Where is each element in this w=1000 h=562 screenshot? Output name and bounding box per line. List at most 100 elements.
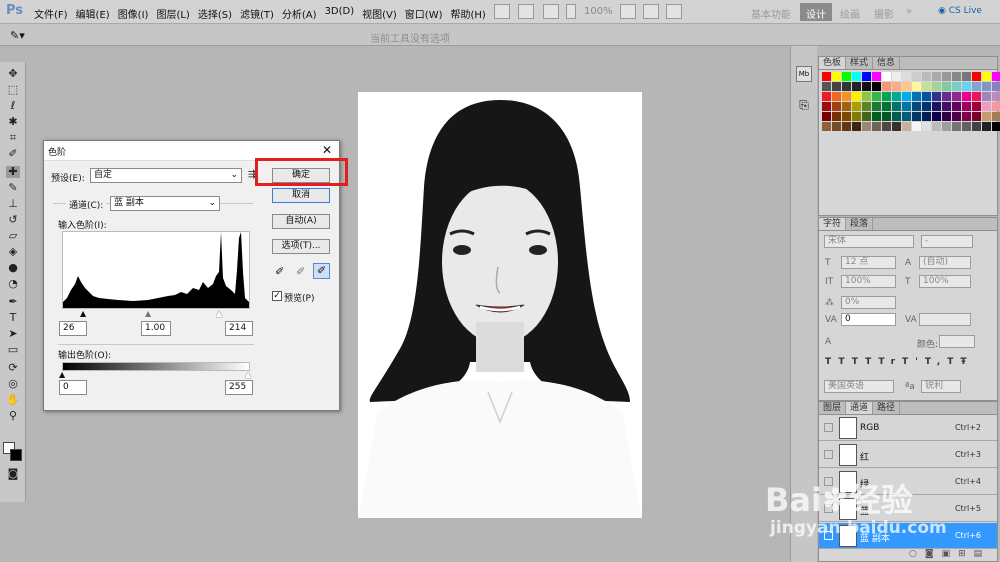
kerning-input[interactable]: 0 (841, 313, 896, 326)
underline-button[interactable]: T (947, 357, 960, 367)
color-swatch[interactable] (862, 112, 871, 121)
output-black-field[interactable]: 0 (59, 380, 87, 395)
color-swatch[interactable] (832, 122, 841, 131)
input-white-field[interactable]: 214 (225, 321, 253, 336)
color-swatch[interactable] (882, 72, 891, 81)
color-swatch[interactable] (862, 92, 871, 101)
color-swatch[interactable] (992, 122, 1000, 131)
eraser-tool-icon[interactable]: ▱ (6, 230, 20, 242)
preview-checkbox[interactable]: ✓ (272, 291, 282, 301)
healing-brush-tool-icon[interactable]: ✚ (6, 166, 20, 178)
eyedropper-preset-icon[interactable]: ✎▾ (10, 29, 25, 42)
color-swatch[interactable] (892, 102, 901, 111)
color-swatch[interactable] (892, 122, 901, 131)
color-swatch[interactable] (832, 92, 841, 101)
tab-paths[interactable]: 路径 (873, 402, 901, 414)
color-swatch[interactable] (832, 112, 841, 121)
color-swatch[interactable] (982, 102, 991, 111)
language-select[interactable]: 美国英语 (824, 380, 894, 393)
channel-row-red[interactable]: 红 Ctrl+3 (819, 442, 997, 468)
output-white-field[interactable]: 255 (225, 380, 253, 395)
color-swatch[interactable] (992, 72, 1000, 81)
color-swatch[interactable] (832, 72, 841, 81)
menu-filter[interactable]: 滤镜(T) (240, 6, 274, 21)
properties-panel-icon[interactable]: ⎘ (796, 98, 812, 114)
color-swatch[interactable] (822, 112, 831, 121)
preset-select[interactable]: 自定 ⌄ (90, 168, 242, 183)
color-swatch[interactable] (962, 92, 971, 101)
color-swatch[interactable] (922, 122, 931, 131)
color-swatch[interactable] (912, 102, 921, 111)
color-swatch[interactable] (962, 112, 971, 121)
black-point-slider[interactable]: ▲ (80, 309, 86, 318)
cancel-button[interactable]: 取消 (272, 188, 330, 203)
input-black-field[interactable]: 26 (59, 321, 87, 336)
black-eyedropper-icon[interactable]: ✐ (275, 265, 284, 278)
color-swatch[interactable] (962, 122, 971, 131)
tab-character[interactable]: 字符 (819, 218, 847, 230)
color-swatch[interactable] (962, 82, 971, 91)
tracking-input[interactable] (919, 313, 971, 326)
color-swatch[interactable] (852, 122, 861, 131)
visibility-icon[interactable] (824, 423, 833, 432)
color-swatch[interactable] (872, 82, 881, 91)
color-swatch[interactable] (852, 92, 861, 101)
color-swatch[interactable] (902, 102, 911, 111)
tab-styles[interactable]: 样式 (846, 57, 874, 69)
menu-layer[interactable]: 图层(L) (156, 6, 189, 21)
marquee-tool-icon[interactable]: ⬚ (6, 84, 20, 96)
zoom-level[interactable]: 100% (584, 6, 613, 17)
menu-select[interactable]: 选择(S) (198, 6, 232, 21)
color-swatch[interactable] (822, 82, 831, 91)
color-swatch[interactable] (972, 72, 981, 81)
color-swatch[interactable] (842, 112, 851, 121)
color-swatch[interactable] (842, 122, 851, 131)
workspace-more[interactable]: » (900, 3, 918, 21)
color-swatch[interactable] (862, 122, 871, 131)
white-point-slider[interactable]: ▲ (216, 309, 222, 318)
cs-live[interactable]: ◉ CS Live (938, 6, 982, 16)
workspace-basic[interactable]: 基本功能 (745, 3, 797, 21)
color-swatch[interactable] (972, 102, 981, 111)
color-swatch[interactable] (982, 92, 991, 101)
antialias-select[interactable]: 锐利 (921, 380, 961, 393)
pen-tool-icon[interactable]: ✒ (6, 296, 20, 308)
tab-channels[interactable]: 通道 (846, 402, 874, 414)
color-swatch[interactable] (862, 102, 871, 111)
input-gamma-field[interactable]: 1.00 (141, 321, 171, 336)
color-swatch[interactable] (822, 102, 831, 111)
workspace-design[interactable]: 设计 (800, 3, 832, 21)
output-white-slider[interactable]: ▲ (245, 370, 251, 379)
hand-tool-icon[interactable]: ✋ (6, 394, 20, 406)
color-swatch[interactable] (852, 112, 861, 121)
color-swatch[interactable] (952, 92, 961, 101)
color-swatch[interactable] (882, 102, 891, 111)
color-swatch[interactable] (892, 92, 901, 101)
menu-edit[interactable]: 编辑(E) (76, 6, 110, 21)
auto-button[interactable]: 自动(A) (272, 214, 330, 229)
color-swatch[interactable] (912, 112, 921, 121)
color-swatch[interactable] (912, 82, 921, 91)
color-swatch[interactable] (822, 92, 831, 101)
color-swatch[interactable] (952, 102, 961, 111)
color-swatch[interactable] (882, 82, 891, 91)
view-icon[interactable] (566, 4, 576, 19)
color-swatch[interactable] (932, 82, 941, 91)
color-swatch[interactable] (832, 102, 841, 111)
color-swatch[interactable] (992, 102, 1000, 111)
workspace-paint[interactable]: 绘画 (834, 3, 866, 21)
menu-help[interactable]: 帮助(H) (451, 6, 486, 21)
color-swatch[interactable] (862, 72, 871, 81)
color-swatch[interactable] (842, 82, 851, 91)
color-swatch[interactable] (942, 82, 951, 91)
font-style-select[interactable]: - (921, 235, 973, 248)
channel-select[interactable]: 蓝 副本 ⌄ (110, 196, 220, 211)
extras-icon[interactable] (543, 4, 559, 19)
tab-paragraph[interactable]: 段落 (846, 218, 874, 230)
color-swatch[interactable] (852, 82, 861, 91)
path-select-tool-icon[interactable]: ➤ (6, 328, 20, 340)
color-swatch[interactable] (872, 102, 881, 111)
color-swatch[interactable] (842, 92, 851, 101)
quick-select-tool-icon[interactable]: ✱ (6, 116, 20, 128)
visibility-icon[interactable] (824, 450, 833, 459)
